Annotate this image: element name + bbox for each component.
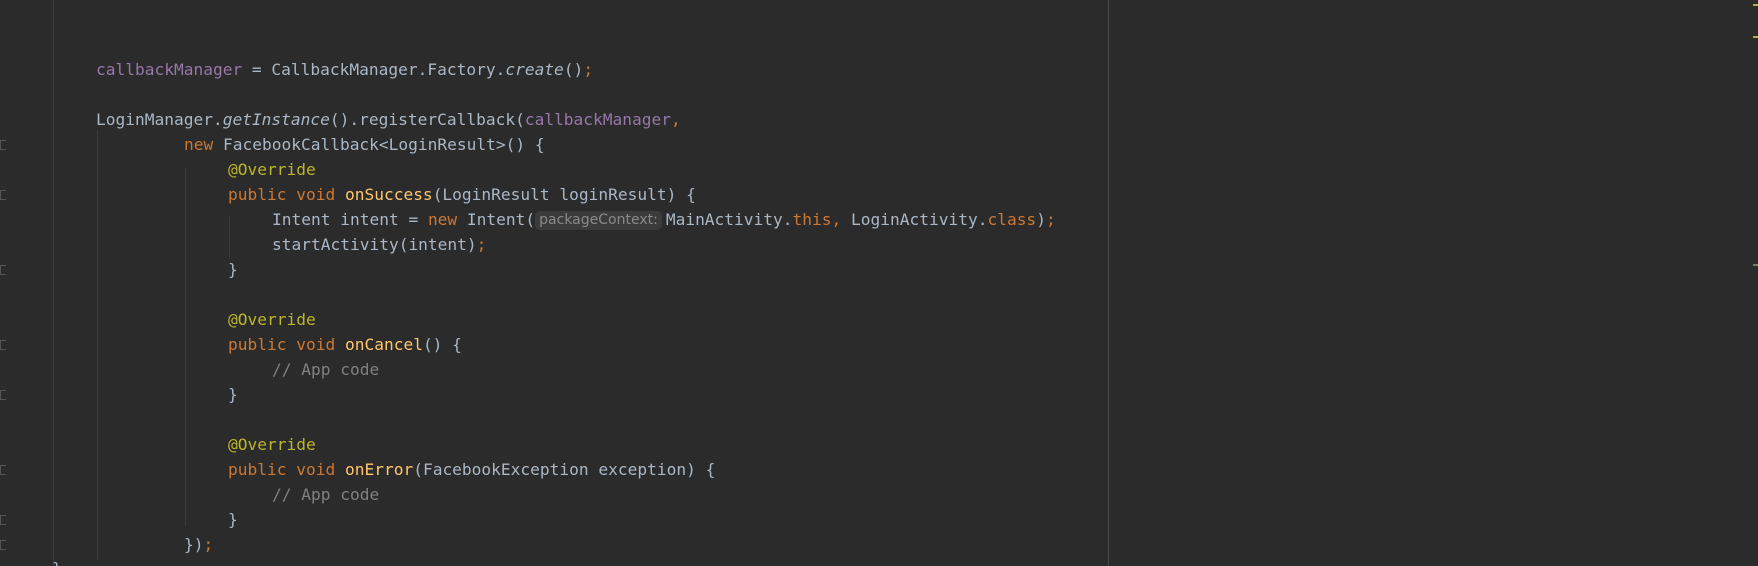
code-token: = CallbackManager.Factory. [242,60,506,79]
indent-guide [97,130,98,560]
code-token: (LoginResult loginResult) { [432,185,696,204]
fold-marker-icon[interactable] [0,340,6,350]
code-token: ().registerCallback( [329,110,525,129]
code-line[interactable]: } [228,257,238,282]
code-line[interactable]: callbackManager = CallbackManager.Factor… [96,57,593,82]
fold-marker-icon[interactable] [0,515,6,525]
code-line[interactable]: LoginManager.getInstance().registerCallb… [96,107,681,132]
code-token: } [228,385,238,404]
code-token: } [228,260,238,279]
code-token: Intent( [457,210,536,229]
indent-guide [229,215,230,259]
code-token: Intent intent = [272,210,428,229]
comma-token: , [831,210,842,229]
editor-gutter[interactable] [0,0,52,566]
code-editor[interactable]: callbackManager = CallbackManager.Factor… [0,0,1758,566]
fold-marker-icon[interactable] [0,140,6,150]
static-method-token: create [505,60,564,79]
annotation-token: @Override [228,310,316,329]
code-token: FacebookCallback<LoginResult>() { [213,135,545,154]
fold-marker-icon[interactable] [0,540,6,550]
code-token: } [52,559,62,566]
static-method-token: getInstance [222,110,330,129]
method-name-token: onSuccess [344,185,433,204]
keyword-token: class [987,210,1037,229]
semicolon-token: ; [1045,210,1056,229]
code-token: () [563,60,584,79]
semicolon-token: ; [583,60,594,79]
keyword-token: new [427,210,458,229]
code-line[interactable]: Intent intent = new Intent(packageContex… [272,207,1056,232]
semicolon-token: ; [476,235,487,254]
code-line[interactable]: } [228,382,238,407]
method-name-token: onError [344,460,414,479]
keyword-token: void [296,460,336,479]
code-line[interactable]: public void onError(FacebookException ex… [228,457,715,482]
keyword-token: public [228,460,287,479]
code-line[interactable]: public void onCancel() { [228,332,462,357]
keyword-token: void [296,185,336,204]
code-line[interactable]: }); [184,532,213,557]
field-token: callbackManager [96,60,243,79]
comma-token: , [671,110,681,129]
code-token: (FacebookException exception) { [413,460,716,479]
gutter-divider [53,0,54,566]
code-line[interactable]: startActivity(intent); [272,232,486,257]
scrollbar-marker[interactable] [1753,4,1758,6]
comment-token: // App code [272,360,380,379]
fold-marker-icon[interactable] [0,265,6,275]
code-line[interactable]: new FacebookCallback<LoginResult>() { [184,132,545,157]
indent-guide [185,168,186,526]
annotation-token: @Override [228,435,316,454]
code-line[interactable]: @Override [228,307,316,332]
code-token: MainActivity. [665,210,793,229]
code-line[interactable]: @Override [228,432,316,457]
code-token: }) [184,535,204,554]
comment-token: // App code [272,485,380,504]
keyword-token: new [184,135,214,154]
code-token: LoginActivity. [841,210,988,229]
code-token: LoginManager. [96,110,223,129]
fold-marker-icon[interactable] [0,465,6,475]
parameter-hint: packageContext: [535,211,662,230]
code-token: () { [422,335,462,354]
code-token: } [228,510,238,529]
method-name-token: onCancel [344,335,423,354]
field-token: callbackManager [524,110,672,129]
keyword-token: public [228,185,287,204]
keyword-token: public [228,335,287,354]
scrollbar-marker[interactable] [1753,36,1758,38]
code-line[interactable]: } [228,507,238,532]
fold-marker-icon[interactable] [0,390,6,400]
annotation-token: @Override [228,160,316,179]
code-line[interactable]: // App code [272,357,379,382]
code-line[interactable]: // App code [272,482,379,507]
code-line[interactable]: @Override [228,157,316,182]
keyword-token: void [296,335,336,354]
code-line[interactable]: public void onSuccess(LoginResult loginR… [228,182,696,207]
fold-marker-icon[interactable] [0,190,6,200]
keyword-token: this [792,210,832,229]
scrollbar-marker[interactable] [1753,264,1758,266]
code-token: ) [1036,210,1046,229]
semicolon-token: ; [203,535,214,554]
right-margin-guide [1108,0,1109,566]
code-token: startActivity(intent) [272,235,477,254]
code-line[interactable]: } [52,556,62,566]
